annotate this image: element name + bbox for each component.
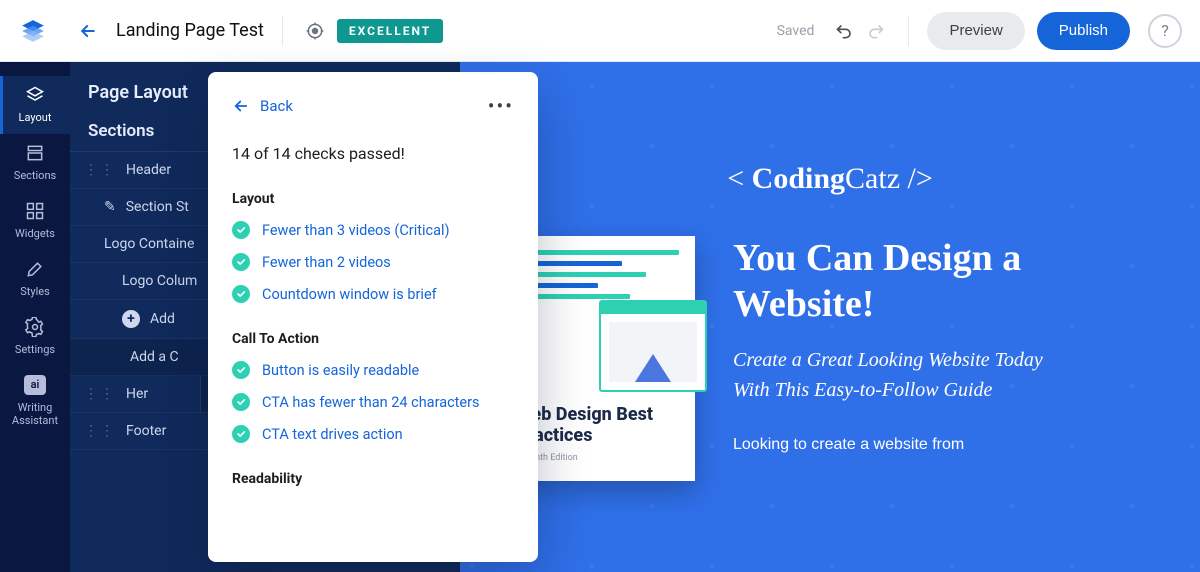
rail-label: Widgets <box>15 227 55 240</box>
preview-button[interactable]: Preview <box>927 12 1024 50</box>
check-icon <box>232 285 250 303</box>
drag-handle-icon[interactable]: ⋮⋮ <box>84 423 116 439</box>
left-rail: Layout Sections Widgets Styles Settings … <box>0 62 70 572</box>
tree-label: Logo Containe <box>104 236 194 252</box>
publish-button[interactable]: Publish <box>1037 12 1130 50</box>
popover-back-button[interactable]: Back <box>232 97 293 115</box>
back-arrow-icon[interactable] <box>72 15 104 47</box>
browser-thumbnail-icon <box>599 300 707 392</box>
check-icon <box>232 361 250 379</box>
popover-section-title: Layout <box>232 191 514 207</box>
check-label: CTA has fewer than 24 characters <box>262 394 480 411</box>
help-icon[interactable]: ? <box>1148 14 1182 48</box>
page-title: Landing Page Test <box>116 20 264 41</box>
styles-icon <box>24 258 46 280</box>
rail-item-writing-assistant[interactable]: ai Writing Assistant <box>0 366 70 437</box>
tree-label: Logo Colum <box>122 273 197 289</box>
check-label: Fewer than 2 videos <box>262 254 391 271</box>
check-icon <box>232 425 250 443</box>
more-menu-icon[interactable]: ••• <box>488 94 514 118</box>
hero-subheading: Create a Great Looking Website Today Wit… <box>733 345 1053 405</box>
check-item[interactable]: Fewer than 2 videos <box>232 253 514 271</box>
rail-label: Writing Assistant <box>0 401 70 427</box>
widgets-icon <box>24 200 46 222</box>
tree-label: Add a C <box>130 349 179 365</box>
redo-icon <box>860 16 890 46</box>
check-label: Button is easily readable <box>262 362 419 379</box>
popover-section-title: Call To Action <box>232 331 514 347</box>
divider <box>282 16 283 46</box>
tree-label: Footer <box>126 423 166 439</box>
saved-label: Saved <box>777 23 815 39</box>
rail-item-widgets[interactable]: Widgets <box>0 192 70 250</box>
check-item[interactable]: Countdown window is brief <box>232 285 514 303</box>
check-item[interactable]: Fewer than 3 videos (Critical) <box>232 221 514 239</box>
layers-icon <box>24 84 46 106</box>
check-icon <box>232 393 250 411</box>
top-bar: Landing Page Test EXCELLENT Saved Previe… <box>0 0 1200 62</box>
popover-summary: 14 of 14 checks passed! <box>232 144 514 163</box>
tree-label: Her <box>126 386 148 402</box>
drag-handle-icon[interactable]: ⋮⋮ <box>84 162 116 178</box>
divider <box>908 16 909 46</box>
check-item[interactable]: CTA text drives action <box>232 425 514 443</box>
book-title: Web Design Best Practices <box>516 404 695 447</box>
tree-label: Add <box>150 311 175 327</box>
sections-icon <box>24 142 46 164</box>
rail-label: Layout <box>19 111 52 124</box>
rail-item-styles[interactable]: Styles <box>0 250 70 308</box>
drag-handle-icon[interactable]: ⋮⋮ <box>84 386 116 402</box>
check-label: Fewer than 3 videos (Critical) <box>262 222 450 239</box>
check-item[interactable]: CTA has fewer than 24 characters <box>232 393 514 411</box>
undo-icon[interactable] <box>830 16 860 46</box>
popover-back-label: Back <box>260 97 293 115</box>
canvas-preview: < CodingCatz /> Web Design Best Practice… <box>460 62 1200 572</box>
pencil-icon: ✎ <box>104 199 116 215</box>
plus-icon[interactable]: + <box>122 310 140 328</box>
rail-item-layout[interactable]: Layout <box>0 76 70 134</box>
quality-checks-popover: Back ••• 14 of 14 checks passed! Layout … <box>208 72 538 562</box>
check-label: Countdown window is brief <box>262 286 437 303</box>
rail-item-sections[interactable]: Sections <box>0 134 70 192</box>
hero-body: Looking to create a website from <box>733 433 1053 457</box>
app-logo-icon[interactable] <box>18 16 48 46</box>
check-label: CTA text drives action <box>262 426 403 443</box>
ai-icon: ai <box>24 374 46 396</box>
rail-label: Sections <box>14 169 56 182</box>
rail-label: Styles <box>20 285 50 298</box>
check-icon <box>232 221 250 239</box>
tree-label: Section St <box>126 199 189 215</box>
check-icon <box>232 253 250 271</box>
settings-icon <box>24 316 46 338</box>
brand-title: < CodingCatz /> <box>460 162 1200 196</box>
rail-label: Settings <box>15 343 55 356</box>
tree-label: Header <box>126 162 171 178</box>
target-icon[interactable] <box>301 17 329 45</box>
hero-heading: You Can Design a Website! <box>733 236 1140 327</box>
popover-section-title: Readability <box>232 471 514 487</box>
rail-item-settings[interactable]: Settings <box>0 308 70 366</box>
check-item[interactable]: Button is easily readable <box>232 361 514 379</box>
quality-badge[interactable]: EXCELLENT <box>337 19 443 43</box>
